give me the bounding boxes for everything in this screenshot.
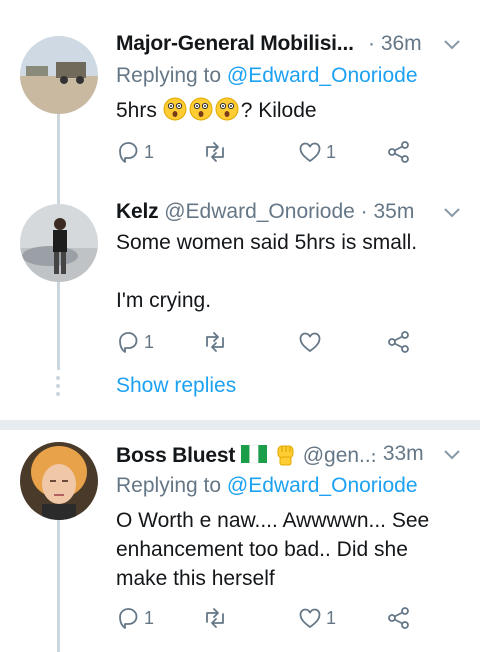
retweet-icon [206,142,224,162]
reply-count: 1 [144,607,155,628]
tweet-actions: 1 1 [116,606,416,636]
retweet-button[interactable] [202,606,228,630]
astonished-face-emoji [189,97,213,121]
reply-count: 1 [144,331,155,352]
reply-icon [119,332,138,353]
share-button[interactable] [386,330,412,354]
tweet-text-line: I'm crying. [116,289,212,312]
share-button[interactable] [386,140,412,164]
tweet-text: O Worth e naw.... Awwwwn... See enhancem… [116,509,430,590]
avatar[interactable] [20,204,98,282]
replying-to-handle[interactable]: @Edward_Onoriode [227,474,418,497]
retweet-icon [206,332,224,352]
tweet-header: Boss Bluest @gen... [116,442,377,468]
like-count: 1 [326,607,337,628]
share-button[interactable] [386,606,412,630]
timestamp[interactable]: · 36m [368,32,422,56]
tweet-1[interactable]: Major-General Mobilisi... · 36m Replying… [0,0,480,190]
tweet-actions: 1 [116,330,416,360]
user-handle[interactable]: @gen... [303,444,377,467]
tweet-text-line: Some women said 5hrs is small. [116,231,418,254]
show-replies-link[interactable]: Show replies [116,374,236,398]
like-count: 1 [326,141,337,162]
tweet-3[interactable]: Boss Bluest @gen... · 33m Replying to @E… [0,430,480,652]
tweet-text-part: ? Kilode [240,99,317,122]
tweet-2[interactable]: Kelz @Edward_Onoriode · 35m Some women s… [0,190,480,420]
tweet-text: Some women said 5hrs is small. I'm cryin… [116,228,456,315]
chevron-down-icon[interactable] [443,38,461,52]
share-icon [388,141,409,163]
replying-to-label: Replying to [116,64,222,87]
replying-to-label: Replying to [116,474,222,497]
retweet-button[interactable] [202,140,228,164]
tweet-header: Major-General Mobilisi... [116,32,354,56]
tweet-text-part: 5hrs [116,99,157,122]
astonished-face-emoji [215,97,239,121]
display-name[interactable]: Boss Bluest [116,444,235,467]
like-icon [299,142,321,162]
like-icon [299,332,321,352]
reply-button[interactable]: 1 [116,330,154,354]
share-icon [388,331,409,353]
chevron-down-icon[interactable] [443,206,461,220]
thread-line [57,520,60,652]
reply-button[interactable]: 1 [116,606,154,630]
display-name[interactable]: Major-General Mobilisi... [116,32,354,55]
like-icon [299,608,321,628]
chevron-down-icon[interactable] [443,448,461,462]
tweet-actions: 1 1 [116,140,416,170]
reply-count: 1 [144,141,155,162]
like-button[interactable]: 1 [298,140,336,164]
replying-to-handle[interactable]: @Edward_Onoriode [227,64,418,87]
divider [0,420,480,430]
thread-line [57,282,60,370]
reply-button[interactable]: 1 [116,140,154,164]
replying-to: Replying to @Edward_Onoriode [116,474,418,498]
timestamp[interactable]: · 33m [370,442,424,466]
reply-icon [119,608,138,629]
nigeria-flag-emoji [241,444,268,464]
timestamp[interactable]: · 35m [361,200,415,223]
raised-fist-emoji [277,445,294,466]
display-name[interactable]: Kelz [116,200,159,223]
like-button[interactable]: 1 [298,606,336,630]
user-handle[interactable]: @Edward_Onoriode [164,200,355,223]
avatar[interactable] [20,36,98,114]
astonished-face-emoji [163,97,187,121]
thread-dots [56,376,60,396]
reply-icon [119,142,138,163]
retweet-button[interactable] [202,330,228,354]
tweet-text: 5hrs ? Kilode [116,96,456,125]
thread-line [57,114,60,190]
thread-line [57,190,60,204]
like-button[interactable] [298,330,322,354]
retweet-icon [206,608,224,628]
tweet-header: Kelz @Edward_Onoriode · 35m [116,200,414,224]
share-icon [388,607,409,629]
avatar[interactable] [20,442,98,520]
replying-to: Replying to @Edward_Onoriode [116,64,418,88]
